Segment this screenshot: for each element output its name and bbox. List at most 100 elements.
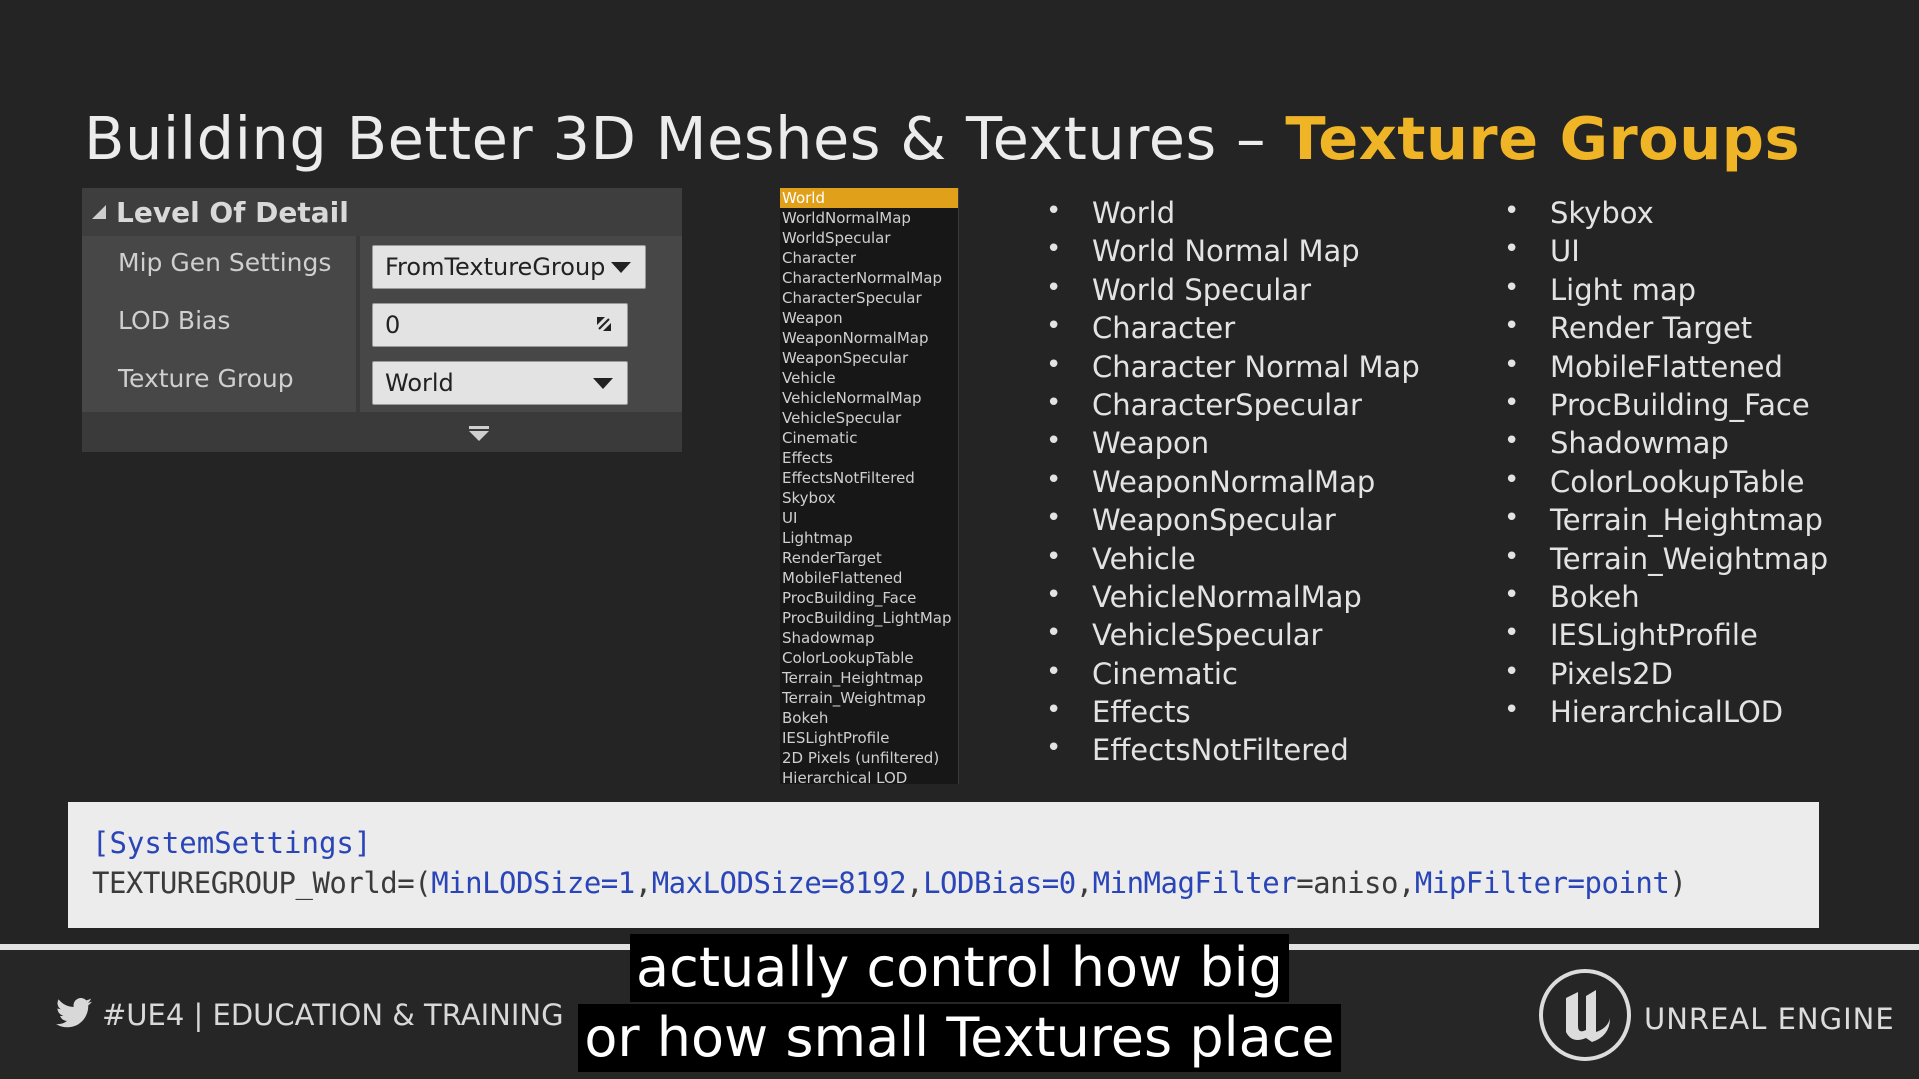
subtitle-text-1: actually control how big: [630, 934, 1289, 1002]
list-item: ColorLookupTable: [1504, 465, 1828, 503]
list-item: ProcBuilding_Face: [1504, 388, 1828, 426]
dropdown-option[interactable]: Lightmap: [780, 528, 958, 548]
texture-group-row: Texture Group World: [82, 352, 682, 410]
dropdown-option[interactable]: Hierarchical LOD: [780, 768, 958, 788]
list-item: Skybox: [1504, 196, 1828, 234]
dropdown-option[interactable]: Cinematic: [780, 428, 958, 448]
list-item: WeaponSpecular: [1046, 503, 1420, 541]
code-min: MinLODSize=1: [431, 866, 635, 900]
code-line: TEXTUREGROUP_World=(MinLODSize=1,MaxLODS…: [92, 866, 1819, 906]
dropdown-option[interactable]: Character: [780, 248, 958, 268]
code-max: MaxLODSize=8192: [651, 866, 907, 900]
list-item: Vehicle: [1046, 542, 1420, 580]
expand-arrow-icon[interactable]: [467, 426, 491, 442]
list-item: World Normal Map: [1046, 234, 1420, 272]
dropdown-option[interactable]: Bokeh: [780, 708, 958, 728]
list-item: EffectsNotFiltered: [1046, 733, 1420, 771]
title-accent: Texture Groups: [1285, 104, 1801, 173]
dropdown-option[interactable]: WorldSpecular: [780, 228, 958, 248]
dropdown-option[interactable]: ProcBuilding_LightMap: [780, 608, 958, 628]
chevron-down-icon: [593, 378, 613, 389]
lod-bias-value: 0: [385, 311, 401, 339]
dropdown-option[interactable]: Shadowmap: [780, 628, 958, 648]
title-dash: –: [1236, 104, 1267, 173]
list-item: World: [1046, 196, 1420, 234]
list-item: Bokeh: [1504, 580, 1828, 618]
dropdown-option[interactable]: Skybox: [780, 488, 958, 508]
dropdown-option[interactable]: WorldNormalMap: [780, 208, 958, 228]
dropdown-option[interactable]: Weapon: [780, 308, 958, 328]
dropdown-option[interactable]: WeaponNormalMap: [780, 328, 958, 348]
texture-group-label: Texture Group: [118, 364, 294, 393]
dropdown-option[interactable]: IESLightProfile: [780, 728, 958, 748]
dropdown-option[interactable]: World: [780, 188, 958, 208]
dropdown-option[interactable]: UI: [780, 508, 958, 528]
dropdown-option[interactable]: Terrain_Heightmap: [780, 668, 958, 688]
list-item: Weapon: [1046, 426, 1420, 464]
dropdown-option[interactable]: CharacterNormalMap: [780, 268, 958, 288]
resize-arrows-icon[interactable]: [593, 313, 615, 335]
subtitle-line-1: actually control how big: [0, 934, 1919, 1002]
list-item: Character: [1046, 311, 1420, 349]
dropdown-option[interactable]: EffectsNotFiltered: [780, 468, 958, 488]
code-comma: ,: [1075, 866, 1093, 900]
dropdown-option[interactable]: WeaponSpecular: [780, 348, 958, 368]
texture-group-list-right: SkyboxUILight mapRender TargetMobileFlat…: [1504, 196, 1828, 733]
code-comma: ,: [906, 866, 924, 900]
slide-title: Building Better 3D Meshes & Textures – T…: [84, 104, 1800, 173]
dropdown-option[interactable]: 2D Pixels (unfiltered): [780, 748, 958, 768]
lod-header[interactable]: Level Of Detail: [82, 188, 682, 236]
list-item: IESLightProfile: [1504, 618, 1828, 656]
list-item: Effects: [1046, 695, 1420, 733]
list-item: Terrain_Heightmap: [1504, 503, 1828, 541]
mip-gen-label: Mip Gen Settings: [118, 248, 332, 277]
list-item: Terrain_Weightmap: [1504, 542, 1828, 580]
code-mip: MipFilter=point: [1414, 866, 1670, 900]
list-item: World Specular: [1046, 273, 1420, 311]
code-group: TEXTUREGROUP_World=(: [92, 866, 432, 900]
subtitle-line-2: or how small Textures place: [0, 1004, 1919, 1072]
list-item: WeaponNormalMap: [1046, 465, 1420, 503]
list-item: Character Normal Map: [1046, 350, 1420, 388]
lod-bias-input[interactable]: 0: [372, 303, 628, 347]
collapse-triangle-icon[interactable]: [92, 205, 106, 219]
dropdown-option[interactable]: CharacterSpecular: [780, 288, 958, 308]
dropdown-option[interactable]: MobileFlattened: [780, 568, 958, 588]
list-item: Shadowmap: [1504, 426, 1828, 464]
list-item: VehicleSpecular: [1046, 618, 1420, 656]
list-item: CharacterSpecular: [1046, 388, 1420, 426]
lod-bias-row: LOD Bias 0: [82, 294, 682, 352]
lod-rows: Mip Gen Settings FromTextureGroup LOD Bi…: [82, 236, 682, 412]
list-item: Light map: [1504, 273, 1828, 311]
texture-group-list-left: WorldWorld Normal MapWorld SpecularChara…: [1046, 196, 1420, 772]
dropdown-option[interactable]: ColorLookupTable: [780, 648, 958, 668]
code-bias: LODBias=0: [923, 866, 1076, 900]
mip-gen-combo[interactable]: FromTextureGroup: [372, 245, 646, 289]
code-mag-key: MinMagFilter: [1092, 866, 1297, 900]
list-item: Cinematic: [1046, 657, 1420, 695]
texture-group-value: World: [385, 369, 454, 397]
dropdown-option[interactable]: Effects: [780, 448, 958, 468]
dropdown-option[interactable]: VehicleSpecular: [780, 408, 958, 428]
dropdown-option[interactable]: RenderTarget: [780, 548, 958, 568]
list-item: Render Target: [1504, 311, 1828, 349]
code-comma: ,: [634, 866, 652, 900]
lod-panel: Level Of Detail Mip Gen Settings FromTex…: [82, 188, 682, 452]
dropdown-option[interactable]: Vehicle: [780, 368, 958, 388]
chevron-down-icon: [611, 262, 631, 273]
code-mag-val: =aniso: [1296, 866, 1398, 900]
config-code-box: [SystemSettings] TEXTUREGROUP_World=(Min…: [68, 802, 1819, 928]
list-item: UI: [1504, 234, 1828, 272]
title-main: Building Better 3D Meshes & Textures: [84, 104, 1217, 173]
dropdown-option[interactable]: ProcBuilding_Face: [780, 588, 958, 608]
code-close: ): [1669, 866, 1687, 900]
dropdown-option[interactable]: VehicleNormalMap: [780, 388, 958, 408]
texture-group-combo[interactable]: World: [372, 361, 628, 405]
mip-gen-row: Mip Gen Settings FromTextureGroup: [82, 236, 682, 294]
dropdown-option[interactable]: Terrain_Weightmap: [780, 688, 958, 708]
lod-bias-label: LOD Bias: [118, 306, 231, 335]
code-comma: ,: [1397, 866, 1415, 900]
texture-group-dropdown-list: World WorldNormalMap WorldSpecular Characte…: [780, 188, 959, 787]
subtitle-text-2: or how small Textures place: [578, 1004, 1341, 1072]
advanced-expander[interactable]: [82, 412, 682, 452]
